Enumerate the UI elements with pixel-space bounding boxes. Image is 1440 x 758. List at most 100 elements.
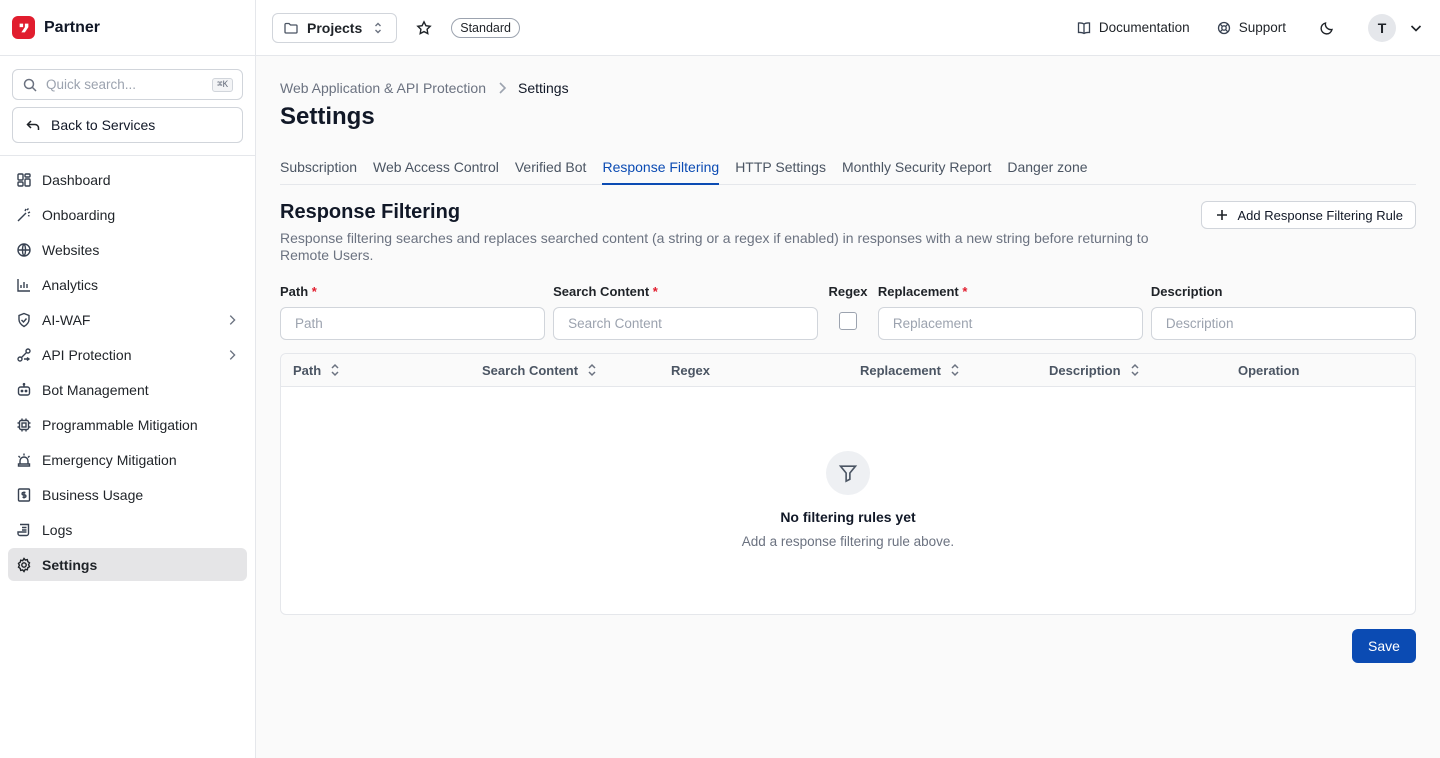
gear-icon [16, 556, 32, 573]
column-header-regex: Regex [671, 362, 711, 378]
back-arrow-icon [25, 117, 41, 133]
section-description: Response filtering searches and replaces… [280, 230, 1149, 263]
topbar: Projects Standard Documentation Support [256, 0, 1440, 56]
table-header: Path Search Content Regex Replacement De… [281, 354, 1415, 387]
user-menu[interactable]: T [1368, 13, 1424, 42]
scroll-icon [16, 522, 32, 538]
tab-danger-zone[interactable]: Danger zone [1007, 151, 1087, 185]
description-field: Description [1150, 284, 1416, 340]
sidebar-item-dashboard[interactable]: Dashboard [8, 163, 247, 196]
page-title: Settings [280, 103, 375, 130]
chevron-up-down-icon [370, 20, 386, 36]
shield-icon [16, 312, 32, 328]
column-header-description[interactable]: Description [1049, 362, 1238, 378]
search-content-field: Search Content * [553, 284, 819, 340]
sidebar-item-label: Emergency Mitigation [42, 451, 177, 468]
sidebar-item-business-usage[interactable]: Business Usage [8, 478, 247, 511]
tab-web-access-control[interactable]: Web Access Control [373, 151, 499, 185]
sidebar-item-api-protection[interactable]: API Protection [8, 338, 247, 371]
sidebar-item-label: API Protection [42, 346, 132, 363]
avatar: T [1368, 13, 1396, 42]
regex-field: Regex [826, 284, 870, 330]
breadcrumb: Web Application & API Protection Setting… [280, 80, 1416, 96]
regex-label: Regex [828, 284, 868, 299]
book-icon [1076, 20, 1092, 36]
sidebar-item-label: Onboarding [42, 206, 116, 223]
theme-toggle-button[interactable] [1312, 13, 1342, 43]
search-content-input[interactable] [553, 307, 819, 340]
plus-icon [1214, 207, 1230, 223]
sidebar-item-label: Logs [42, 521, 73, 538]
column-header-replacement[interactable]: Replacement [860, 362, 1049, 378]
search-content-label: Search Content * [553, 284, 658, 299]
tab-http-settings[interactable]: HTTP Settings [735, 151, 826, 185]
plan-badge: Standard [451, 17, 520, 38]
back-to-services-button[interactable]: Back to Services [12, 107, 243, 143]
path-input[interactable] [280, 307, 546, 340]
project-selector-label: Projects [307, 19, 363, 36]
sidebar-item-settings[interactable]: Settings [8, 548, 247, 581]
path-field: Path * [280, 284, 546, 340]
lifebuoy-icon [1216, 20, 1232, 36]
bot-icon [16, 382, 32, 398]
api-icon [16, 347, 32, 363]
filter-icon [826, 451, 870, 495]
documentation-label: Documentation [1098, 20, 1190, 35]
empty-state: No filtering rules yet Add a response fi… [281, 387, 1415, 549]
sidebar-item-bot-management[interactable]: Bot Management [8, 373, 247, 406]
main-area: Projects Standard Documentation Support [256, 0, 1440, 758]
breadcrumb-parent[interactable]: Web Application & API Protection [280, 80, 486, 96]
sidebar-item-ai-waf[interactable]: AI-WAF [8, 303, 247, 336]
column-header-operation: Operation [1238, 362, 1300, 378]
sidebar-item-onboarding[interactable]: Onboarding [8, 198, 247, 231]
project-selector[interactable]: Projects [272, 12, 398, 43]
replacement-label: Replacement * [877, 284, 968, 299]
sort-icon [947, 362, 963, 378]
back-to-services-label: Back to Services [51, 117, 156, 133]
sidebar-item-logs[interactable]: Logs [8, 513, 247, 546]
sidebar: Partner ⌘K Back to Services Dashboard [0, 0, 256, 758]
sidebar-item-label: AI-WAF [42, 311, 91, 328]
empty-state-title: No filtering rules yet [780, 509, 916, 525]
rule-form: Path * Search Content * Regex Replacemen… [280, 284, 1416, 340]
chevron-right-icon [225, 313, 239, 327]
replacement-input[interactable] [877, 307, 1143, 340]
documentation-link[interactable]: Documentation [1076, 20, 1190, 36]
description-input[interactable] [1150, 307, 1416, 340]
tab-subscription[interactable]: Subscription [280, 151, 357, 185]
support-link[interactable]: Support [1216, 20, 1286, 36]
sort-icon [327, 362, 343, 378]
sort-icon [1127, 362, 1143, 378]
globe-icon [16, 242, 32, 258]
description-label: Description [1150, 284, 1223, 299]
tab-response-filtering[interactable]: Response Filtering [602, 151, 720, 185]
add-response-filtering-rule-button[interactable]: Add Response Filtering Rule [1200, 201, 1416, 229]
tab-verified-bot[interactable]: Verified Bot [515, 151, 587, 185]
sidebar-item-websites[interactable]: Websites [8, 233, 247, 266]
favorite-button[interactable] [409, 13, 439, 43]
settings-tabs: Subscription Web Access Control Verified… [280, 151, 1416, 185]
chevron-down-icon [1408, 20, 1424, 36]
section-header: Response Filtering Response filtering se… [280, 201, 1416, 264]
column-header-search-content[interactable]: Search Content [482, 362, 671, 378]
sidebar-item-label: Programmable Mitigation [42, 416, 198, 433]
siren-icon [16, 452, 32, 468]
save-button[interactable]: Save [1352, 629, 1416, 663]
column-header-path[interactable]: Path [293, 362, 482, 378]
quick-search-input[interactable] [46, 77, 205, 92]
sidebar-item-label: Websites [42, 241, 100, 258]
support-label: Support [1238, 20, 1286, 35]
regex-checkbox[interactable] [839, 312, 857, 330]
quick-search[interactable]: ⌘K [12, 69, 243, 100]
breadcrumb-current: Settings [517, 80, 569, 96]
topbar-right: Documentation Support T [1076, 13, 1424, 43]
rules-table: Path Search Content Regex Replacement De… [280, 353, 1416, 615]
chevron-right-icon [225, 348, 239, 362]
search-shortcut: ⌘K [212, 77, 233, 92]
sidebar-item-analytics[interactable]: Analytics [8, 268, 247, 301]
sidebar-item-emergency-mitigation[interactable]: Emergency Mitigation [8, 443, 247, 476]
sidebar-item-programmable-mitigation[interactable]: Programmable Mitigation [8, 408, 247, 441]
brand[interactable]: Partner [0, 0, 255, 56]
sidebar-top: ⌘K Back to Services [0, 56, 255, 156]
tab-monthly-security-report[interactable]: Monthly Security Report [842, 151, 991, 185]
